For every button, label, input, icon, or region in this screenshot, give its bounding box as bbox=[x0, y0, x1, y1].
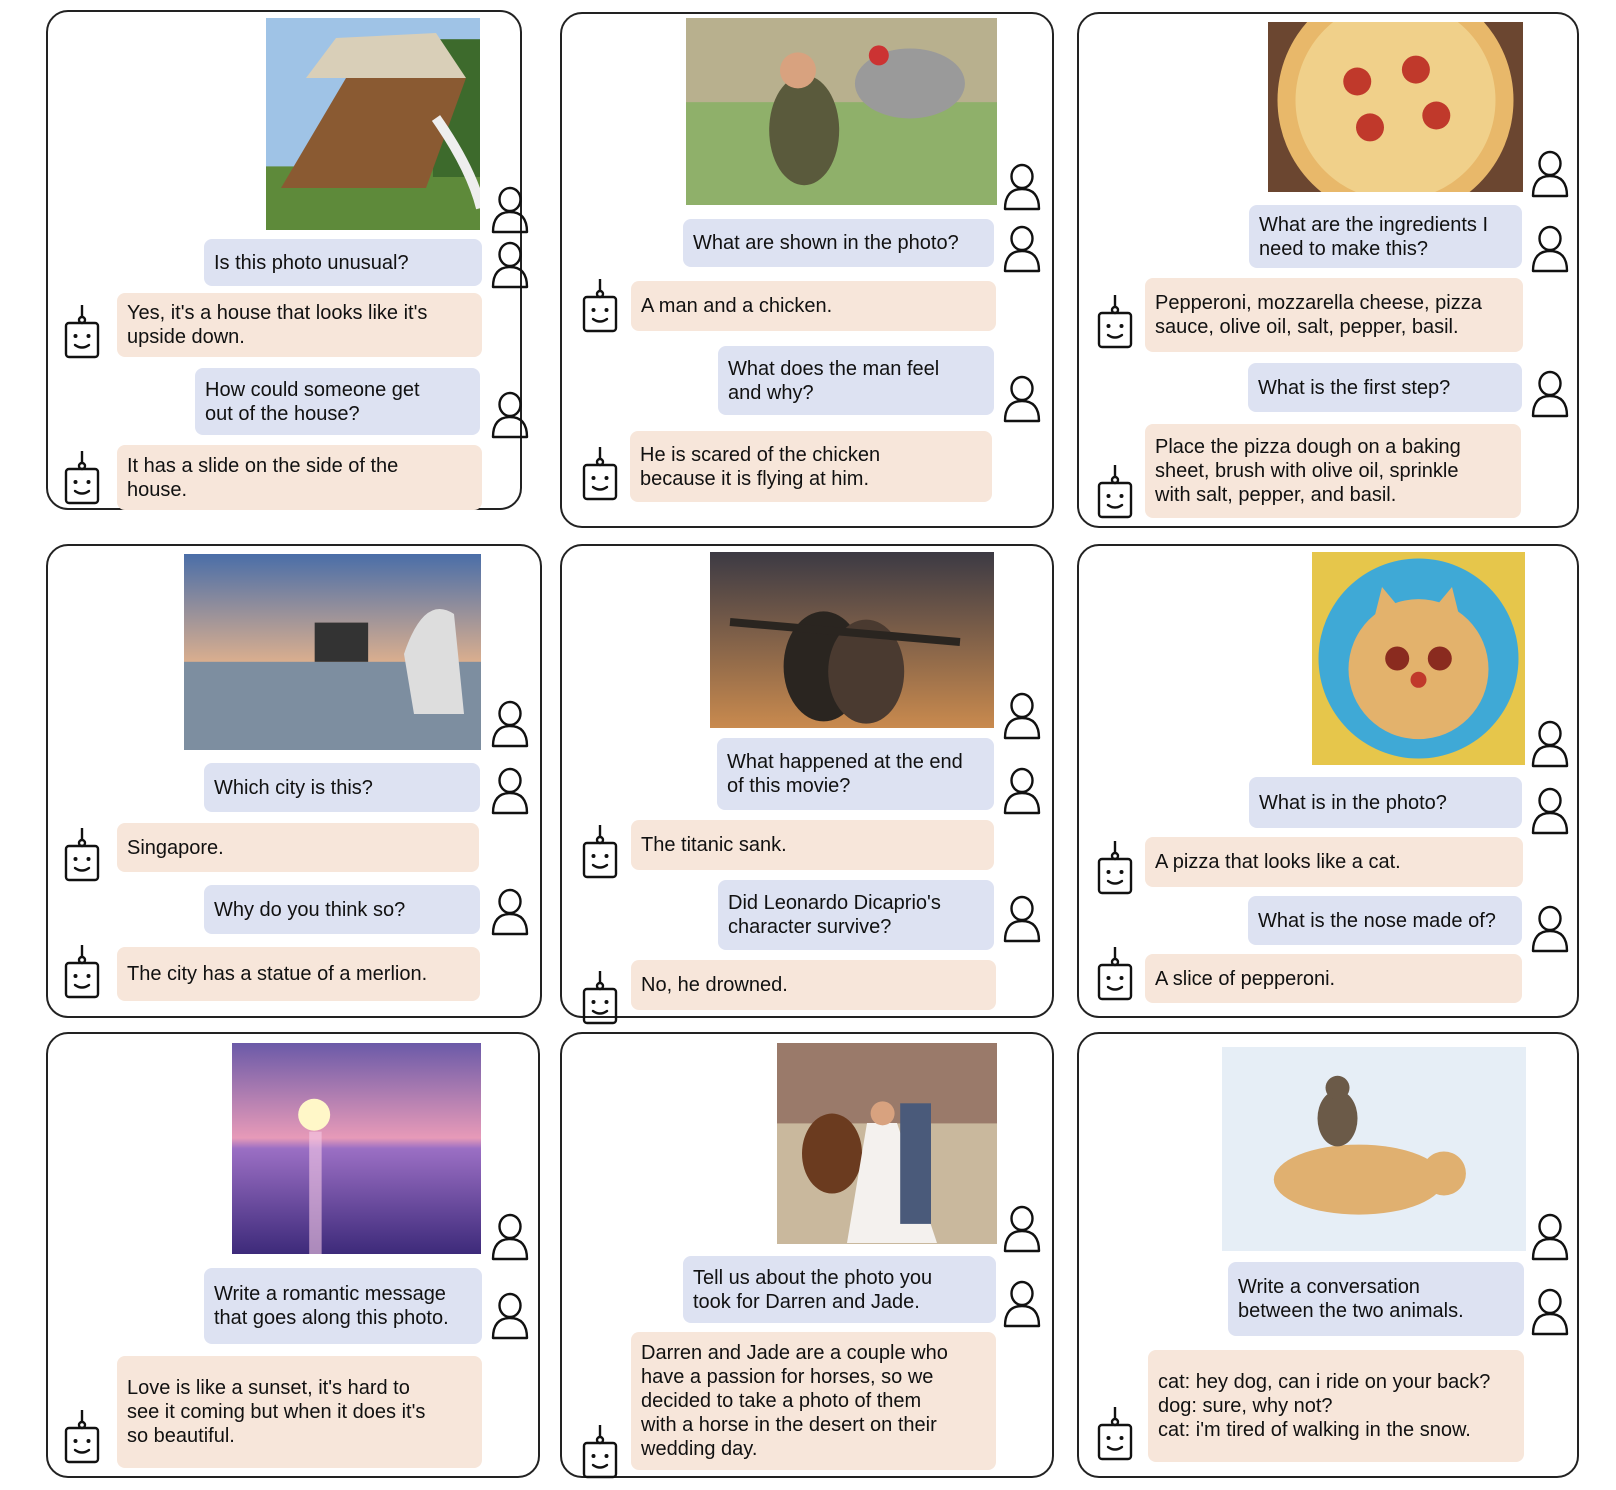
person-icon bbox=[1002, 767, 1042, 815]
cat-riding-dog-photo bbox=[1222, 1047, 1526, 1251]
user-message-bubble: What is the first step? bbox=[1248, 363, 1522, 412]
person-icon bbox=[1002, 1280, 1042, 1328]
person-icon bbox=[1530, 1288, 1570, 1336]
assistant-message-bubble: He is scared of the chicken because it i… bbox=[630, 431, 992, 502]
person-icon bbox=[490, 391, 530, 439]
person-icon bbox=[1530, 1213, 1570, 1261]
assistant-message-bubble: Pepperoni, mozzarella cheese, pizza sauc… bbox=[1145, 278, 1523, 352]
user-message-bubble: Did Leonardo Dicaprio's character surviv… bbox=[718, 880, 994, 950]
person-icon bbox=[490, 186, 530, 234]
user-message-bubble: Why do you think so? bbox=[204, 885, 480, 934]
person-icon bbox=[490, 1213, 530, 1261]
merlion-city-photo bbox=[184, 554, 481, 750]
assistant-message-bubble: The titanic sank. bbox=[631, 820, 994, 870]
person-icon bbox=[490, 1292, 530, 1340]
robot-icon bbox=[1095, 839, 1135, 897]
user-message-bubble: What is in the photo? bbox=[1249, 777, 1522, 828]
assistant-message-bubble: It has a slide on the side of the house. bbox=[117, 445, 482, 510]
robot-icon bbox=[62, 826, 102, 884]
user-message-bubble: What are the ingredients I need to make … bbox=[1249, 205, 1522, 268]
movie-scene-photo bbox=[710, 552, 994, 728]
person-icon bbox=[1530, 150, 1570, 198]
person-icon bbox=[1530, 720, 1570, 768]
person-icon bbox=[490, 767, 530, 815]
person-icon bbox=[490, 888, 530, 936]
robot-icon bbox=[62, 303, 102, 361]
cat-pizza-photo bbox=[1312, 552, 1525, 765]
user-message-bubble: What happened at the end of this movie? bbox=[717, 738, 994, 810]
user-message-bubble: Write a conversation between the two ani… bbox=[1228, 1262, 1524, 1336]
user-message-bubble: What does the man feel and why? bbox=[718, 346, 994, 415]
assistant-message-bubble: A man and a chicken. bbox=[631, 281, 996, 331]
user-message-bubble: What is the nose made of? bbox=[1248, 896, 1522, 945]
person-icon bbox=[1002, 692, 1042, 740]
robot-icon bbox=[580, 969, 620, 1027]
user-message-bubble: How could someone get out of the house? bbox=[195, 368, 480, 435]
assistant-message-bubble: Place the pizza dough on a baking sheet,… bbox=[1145, 424, 1521, 518]
assistant-message-bubble: Yes, it's a house that looks like it's u… bbox=[117, 293, 482, 357]
person-icon bbox=[1530, 787, 1570, 835]
person-icon bbox=[1002, 163, 1042, 211]
person-icon bbox=[1002, 225, 1042, 273]
person-icon bbox=[1530, 370, 1570, 418]
person-icon bbox=[1002, 1205, 1042, 1253]
pepperoni-pizza-photo bbox=[1268, 22, 1523, 192]
robot-icon bbox=[580, 823, 620, 881]
user-message-bubble: Write a romantic message that goes along… bbox=[204, 1268, 482, 1344]
upside-down-house-photo bbox=[266, 18, 480, 230]
robot-icon bbox=[62, 943, 102, 1001]
robot-icon bbox=[62, 1408, 102, 1466]
robot-icon bbox=[62, 449, 102, 507]
person-icon bbox=[490, 241, 530, 289]
man-and-chicken-photo bbox=[686, 18, 997, 205]
robot-icon bbox=[580, 445, 620, 503]
assistant-message-bubble: cat: hey dog, can i ride on your back? d… bbox=[1148, 1350, 1524, 1462]
person-icon bbox=[1002, 375, 1042, 423]
robot-icon bbox=[580, 1423, 620, 1481]
wedding-horse-photo bbox=[777, 1043, 997, 1244]
person-icon bbox=[1530, 905, 1570, 953]
user-message-bubble: Which city is this? bbox=[204, 763, 480, 812]
robot-icon bbox=[1095, 463, 1135, 521]
robot-icon bbox=[580, 277, 620, 335]
person-icon bbox=[490, 700, 530, 748]
assistant-message-bubble: Darren and Jade are a couple who have a … bbox=[631, 1332, 996, 1470]
assistant-message-bubble: No, he drowned. bbox=[631, 960, 996, 1010]
assistant-message-bubble: A pizza that looks like a cat. bbox=[1145, 837, 1523, 887]
assistant-message-bubble: A slice of pepperoni. bbox=[1145, 954, 1522, 1003]
sunset-sea-photo bbox=[232, 1043, 481, 1254]
user-message-bubble: Is this photo unusual? bbox=[204, 239, 482, 286]
user-message-bubble: Tell us about the photo you took for Dar… bbox=[683, 1256, 996, 1323]
assistant-message-bubble: Love is like a sunset, it's hard to see … bbox=[117, 1356, 482, 1468]
user-message-bubble: What are shown in the photo? bbox=[683, 219, 994, 267]
person-icon bbox=[1530, 225, 1570, 273]
assistant-message-bubble: Singapore. bbox=[117, 823, 479, 872]
person-icon bbox=[1002, 895, 1042, 943]
robot-icon bbox=[1095, 945, 1135, 1003]
robot-icon bbox=[1095, 1405, 1135, 1463]
robot-icon bbox=[1095, 293, 1135, 351]
assistant-message-bubble: The city has a statue of a merlion. bbox=[117, 947, 480, 1001]
